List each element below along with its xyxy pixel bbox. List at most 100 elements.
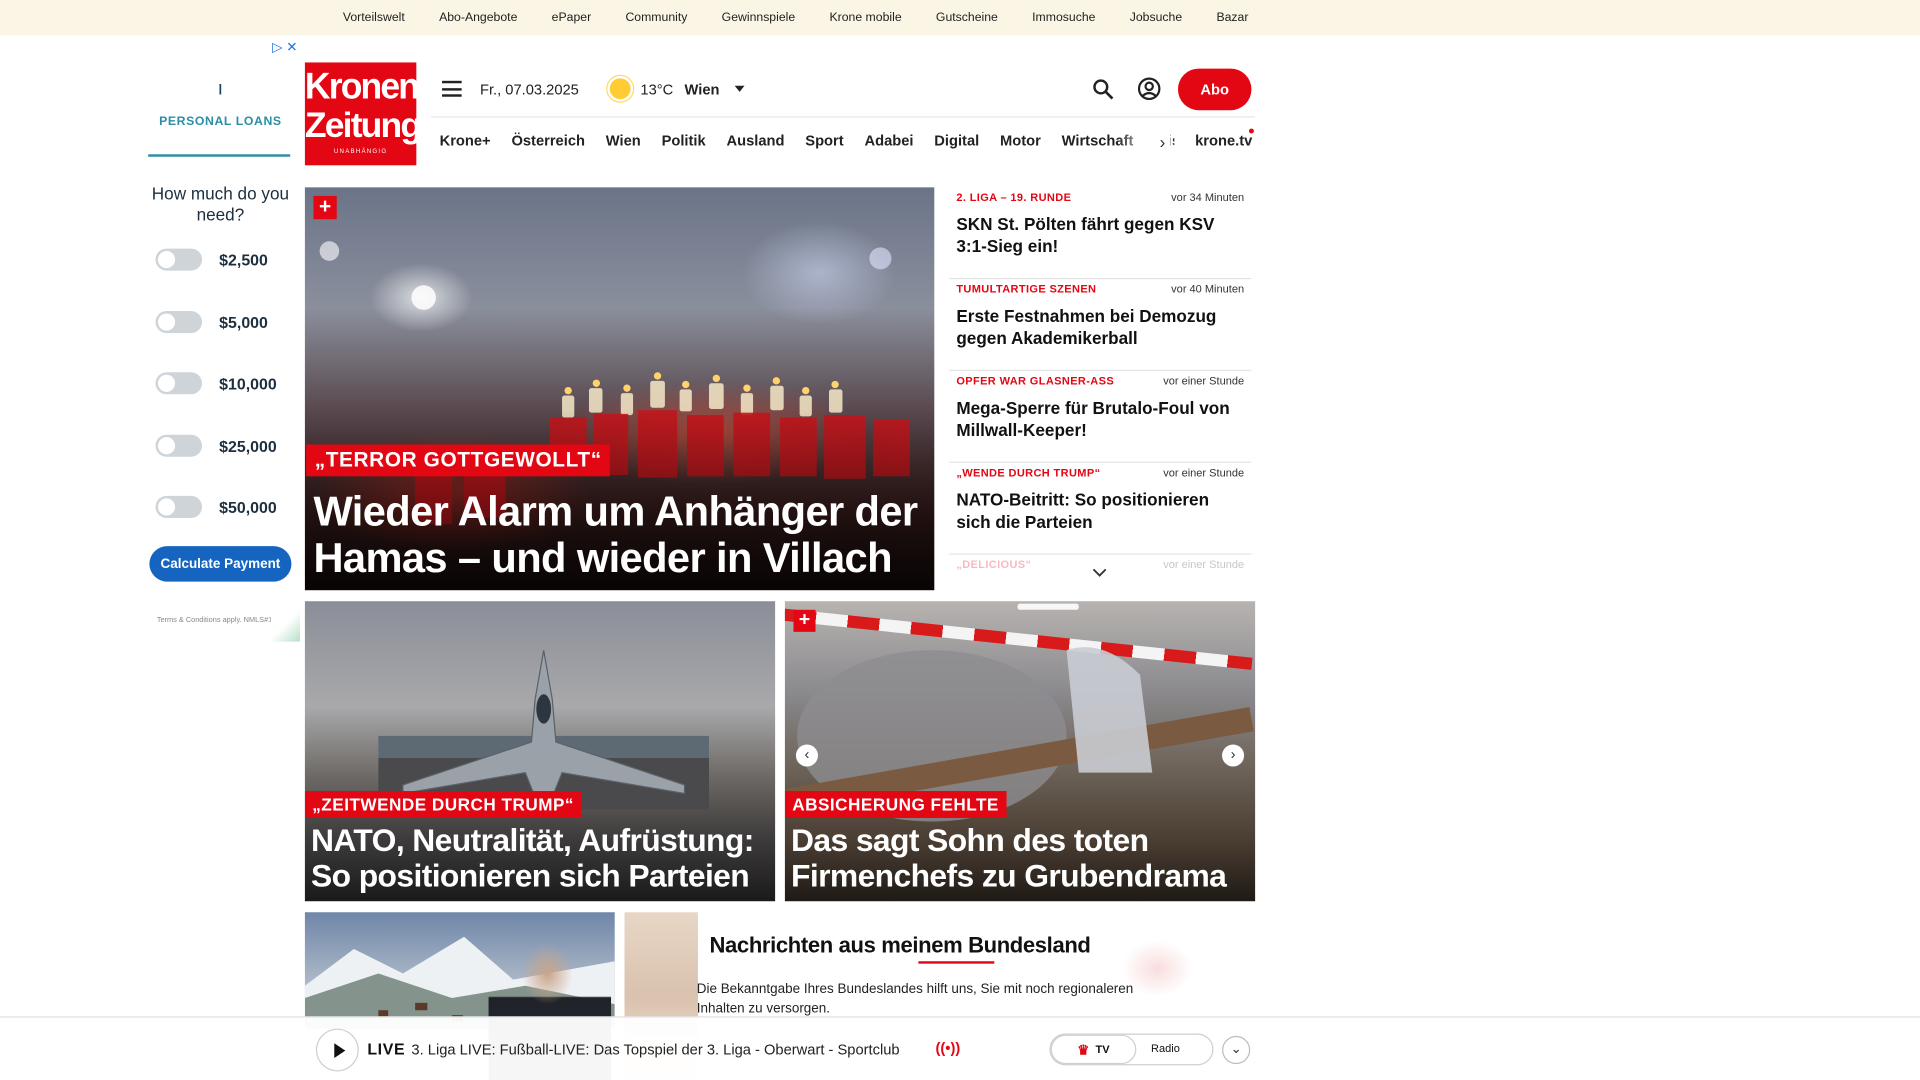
amount-toggle[interactable] xyxy=(155,248,203,271)
main-navigation: Krone+ Österreich Wien Politik Ausland S… xyxy=(431,118,1255,165)
kronen-zeitung-logo[interactable]: Kronen Zeitung UNABHÄNGIG xyxy=(304,62,422,166)
amount-label: $2,500 xyxy=(219,250,268,269)
news-headline[interactable]: Erste Festnahmen bei Demozug gegen Akade… xyxy=(956,305,1238,349)
live-label: LIVE xyxy=(367,1039,406,1058)
construction-site-image xyxy=(786,603,1254,822)
chevron-down-icon[interactable] xyxy=(1092,567,1107,579)
card-title[interactable]: Das sagt Sohn des toten Firmenchefs zu G… xyxy=(791,822,1251,894)
news-kicker: „DELICIOUS“ xyxy=(956,558,1032,571)
article-card[interactable]: + ‹ › ABSICHERUNG FEHLTE Das sagt Sohn d… xyxy=(784,601,1256,902)
nav-item-sport[interactable]: Sport xyxy=(805,132,843,149)
news-item[interactable]: „WENDE DURCH TRUMP“ vor einer Stunde NAT… xyxy=(948,463,1252,555)
news-headline[interactable]: NATO-Beitritt: So positionieren sich die… xyxy=(956,489,1238,533)
amount-option[interactable]: $25,000 xyxy=(155,433,277,457)
service-links: Vorteilswelt Abo-Angebote ePaper Communi… xyxy=(343,0,1283,36)
nav-item-politik[interactable]: Politik xyxy=(662,132,706,149)
amount-label: $25,000 xyxy=(219,436,277,455)
chevron-down-icon[interactable] xyxy=(734,85,745,92)
service-link-krone-mobile[interactable]: Krone mobile xyxy=(829,11,901,24)
article-card[interactable]: „ZEITWENDE DURCH TRUMP“ NATO, Neutralitä… xyxy=(304,601,776,902)
amount-option[interactable]: $2,500 xyxy=(155,247,268,271)
amount-option[interactable]: $5,000 xyxy=(155,310,268,334)
amount-label: $5,000 xyxy=(219,312,268,332)
search-icon[interactable] xyxy=(1092,78,1114,100)
tv-label: TV xyxy=(1095,1043,1110,1056)
hero-article[interactable]: + „TERROR GOTTGEWOLLT“ Wieder Alarm um A… xyxy=(304,187,935,591)
user-account-icon[interactable] xyxy=(1137,77,1161,101)
service-link-gutscheine[interactable]: Gutscheine xyxy=(936,11,998,24)
play-button[interactable] xyxy=(315,1028,359,1072)
bundesland-heading: Nachrichten aus meinem Bundesland xyxy=(709,933,1091,958)
live-stream-title[interactable]: 3. Liga LIVE: Fußball-LIVE: Das Topspiel… xyxy=(411,1041,899,1058)
logo-tagline: UNABHÄNGIG xyxy=(333,148,388,156)
nav-item-krone-plus[interactable]: Krone+ xyxy=(440,132,491,149)
service-link-vorteilswelt[interactable]: Vorteilswelt xyxy=(343,11,405,24)
tv-tab[interactable]: ♛ TV xyxy=(1050,1034,1137,1065)
nav-item-oesterreich[interactable]: Österreich xyxy=(511,132,585,149)
service-link-immosuche[interactable]: Immosuche xyxy=(1032,11,1095,24)
carousel-prev-button[interactable]: ‹ xyxy=(795,744,818,767)
service-link-community[interactable]: Community xyxy=(625,11,687,24)
amount-option[interactable]: $50,000 xyxy=(155,495,277,519)
service-bar: Vorteilswelt Abo-Angebote ePaper Communi… xyxy=(0,0,1920,36)
krone-tv-link[interactable]: krone.tv xyxy=(1195,132,1252,149)
page: Vorteilswelt Abo-Angebote ePaper Communi… xyxy=(0,0,1920,1080)
news-item[interactable]: TUMULTARTIGE SZENEN vor 40 Minuten Erste… xyxy=(948,279,1252,372)
tv-radio-switch[interactable]: ♛ TV Radio xyxy=(1049,1033,1214,1066)
adchoices-icon[interactable]: ▷ ✕ xyxy=(272,39,297,55)
news-time: vor einer Stunde xyxy=(1163,374,1245,387)
news-item[interactable]: OPFER WAR GLASNER-ASS vor einer Stunde M… xyxy=(948,371,1252,463)
service-link-bazar[interactable]: Bazar xyxy=(1216,11,1248,24)
radio-tab[interactable]: Radio xyxy=(1151,1042,1180,1054)
service-link-jobsuche[interactable]: Jobsuche xyxy=(1130,11,1182,24)
amount-label: $50,000 xyxy=(219,497,277,517)
news-item[interactable]: 2. LIGA – 19. RUNDE vor 34 Minuten SKN S… xyxy=(948,187,1252,280)
latest-news-list: 2. LIGA – 19. RUNDE vor 34 Minuten SKN S… xyxy=(948,187,1252,571)
service-link-epaper[interactable]: ePaper xyxy=(552,11,591,24)
live-player-bar: LIVE 3. Liga LIVE: Fußball-LIVE: Das Top… xyxy=(0,1016,1920,1080)
current-date: Fr., 07.03.2025 xyxy=(480,80,579,98)
hamburger-menu-icon[interactable] xyxy=(442,80,462,97)
service-link-abo-angebote[interactable]: Abo-Angebote xyxy=(439,11,517,24)
nav-item-adabei[interactable]: Adabei xyxy=(864,132,913,149)
card-kicker: ABSICHERUNG FEHLTE xyxy=(784,791,1007,818)
header-row: Fr., 07.03.2025 13°C Wien Abo xyxy=(431,64,1255,115)
amount-toggle[interactable] xyxy=(155,372,203,395)
calculate-payment-button[interactable]: Calculate Payment xyxy=(149,546,292,582)
loan-advertisement[interactable]: ▷ ✕ ı PERSONAL LOANS How much do you nee… xyxy=(148,39,301,642)
bundesland-text: Die Bekanntgabe Ihres Bundeslandes hilft… xyxy=(696,982,1134,1017)
ad-corner-decoration xyxy=(270,612,301,642)
temperature: 13°C xyxy=(640,80,674,98)
news-headline[interactable]: Mega-Sperre für Brutalo-Foul von Millwal… xyxy=(956,397,1238,441)
carousel-next-button[interactable]: › xyxy=(1222,744,1245,767)
card-kicker: „ZEITWENDE DURCH TRUMP“ xyxy=(304,791,582,818)
live-dot-icon xyxy=(1248,128,1254,134)
news-kicker: OPFER WAR GLASNER-ASS xyxy=(956,374,1115,387)
advertiser-logo: ı xyxy=(217,78,224,100)
krone-plus-icon: + xyxy=(793,609,816,632)
advertiser-label: PERSONAL LOANS xyxy=(159,115,282,129)
amount-toggle[interactable] xyxy=(155,495,203,518)
amount-toggle[interactable] xyxy=(155,434,203,457)
ad-divider xyxy=(148,154,291,157)
nav-item-digital[interactable]: Digital xyxy=(934,132,979,149)
krone-plus-icon: + xyxy=(313,195,337,220)
nav-item-motor[interactable]: Motor xyxy=(1000,132,1041,149)
city-selector[interactable]: Wien xyxy=(684,81,719,98)
chevron-down-icon[interactable]: ⌄ xyxy=(1222,1035,1251,1065)
logo-line-2: Zeitung xyxy=(304,106,422,146)
card-title[interactable]: NATO, Neutralität, Aufrüstung: So positi… xyxy=(311,822,771,894)
abo-button[interactable]: Abo xyxy=(1177,68,1252,111)
news-time: vor einer Stunde xyxy=(1163,558,1245,571)
nav-item-ausland[interactable]: Ausland xyxy=(726,132,784,149)
news-headline[interactable]: SKN St. Pölten fährt gegen KSV 3:1-Sieg … xyxy=(956,213,1238,257)
amount-toggle[interactable] xyxy=(155,311,203,334)
nav-item-wien[interactable]: Wien xyxy=(606,132,641,149)
nav-items: Krone+ Österreich Wien Politik Ausland S… xyxy=(440,118,1175,165)
service-link-gewinnspiele[interactable]: Gewinnspiele xyxy=(722,11,796,24)
news-kicker: 2. LIGA – 19. RUNDE xyxy=(956,191,1072,204)
news-time: vor 40 Minuten xyxy=(1171,282,1245,296)
amount-option[interactable]: $10,000 xyxy=(155,371,277,395)
hero-title[interactable]: Wieder Alarm um Anhänger der Hamas – und… xyxy=(313,489,925,582)
chevron-right-icon[interactable]: › xyxy=(1160,132,1166,152)
